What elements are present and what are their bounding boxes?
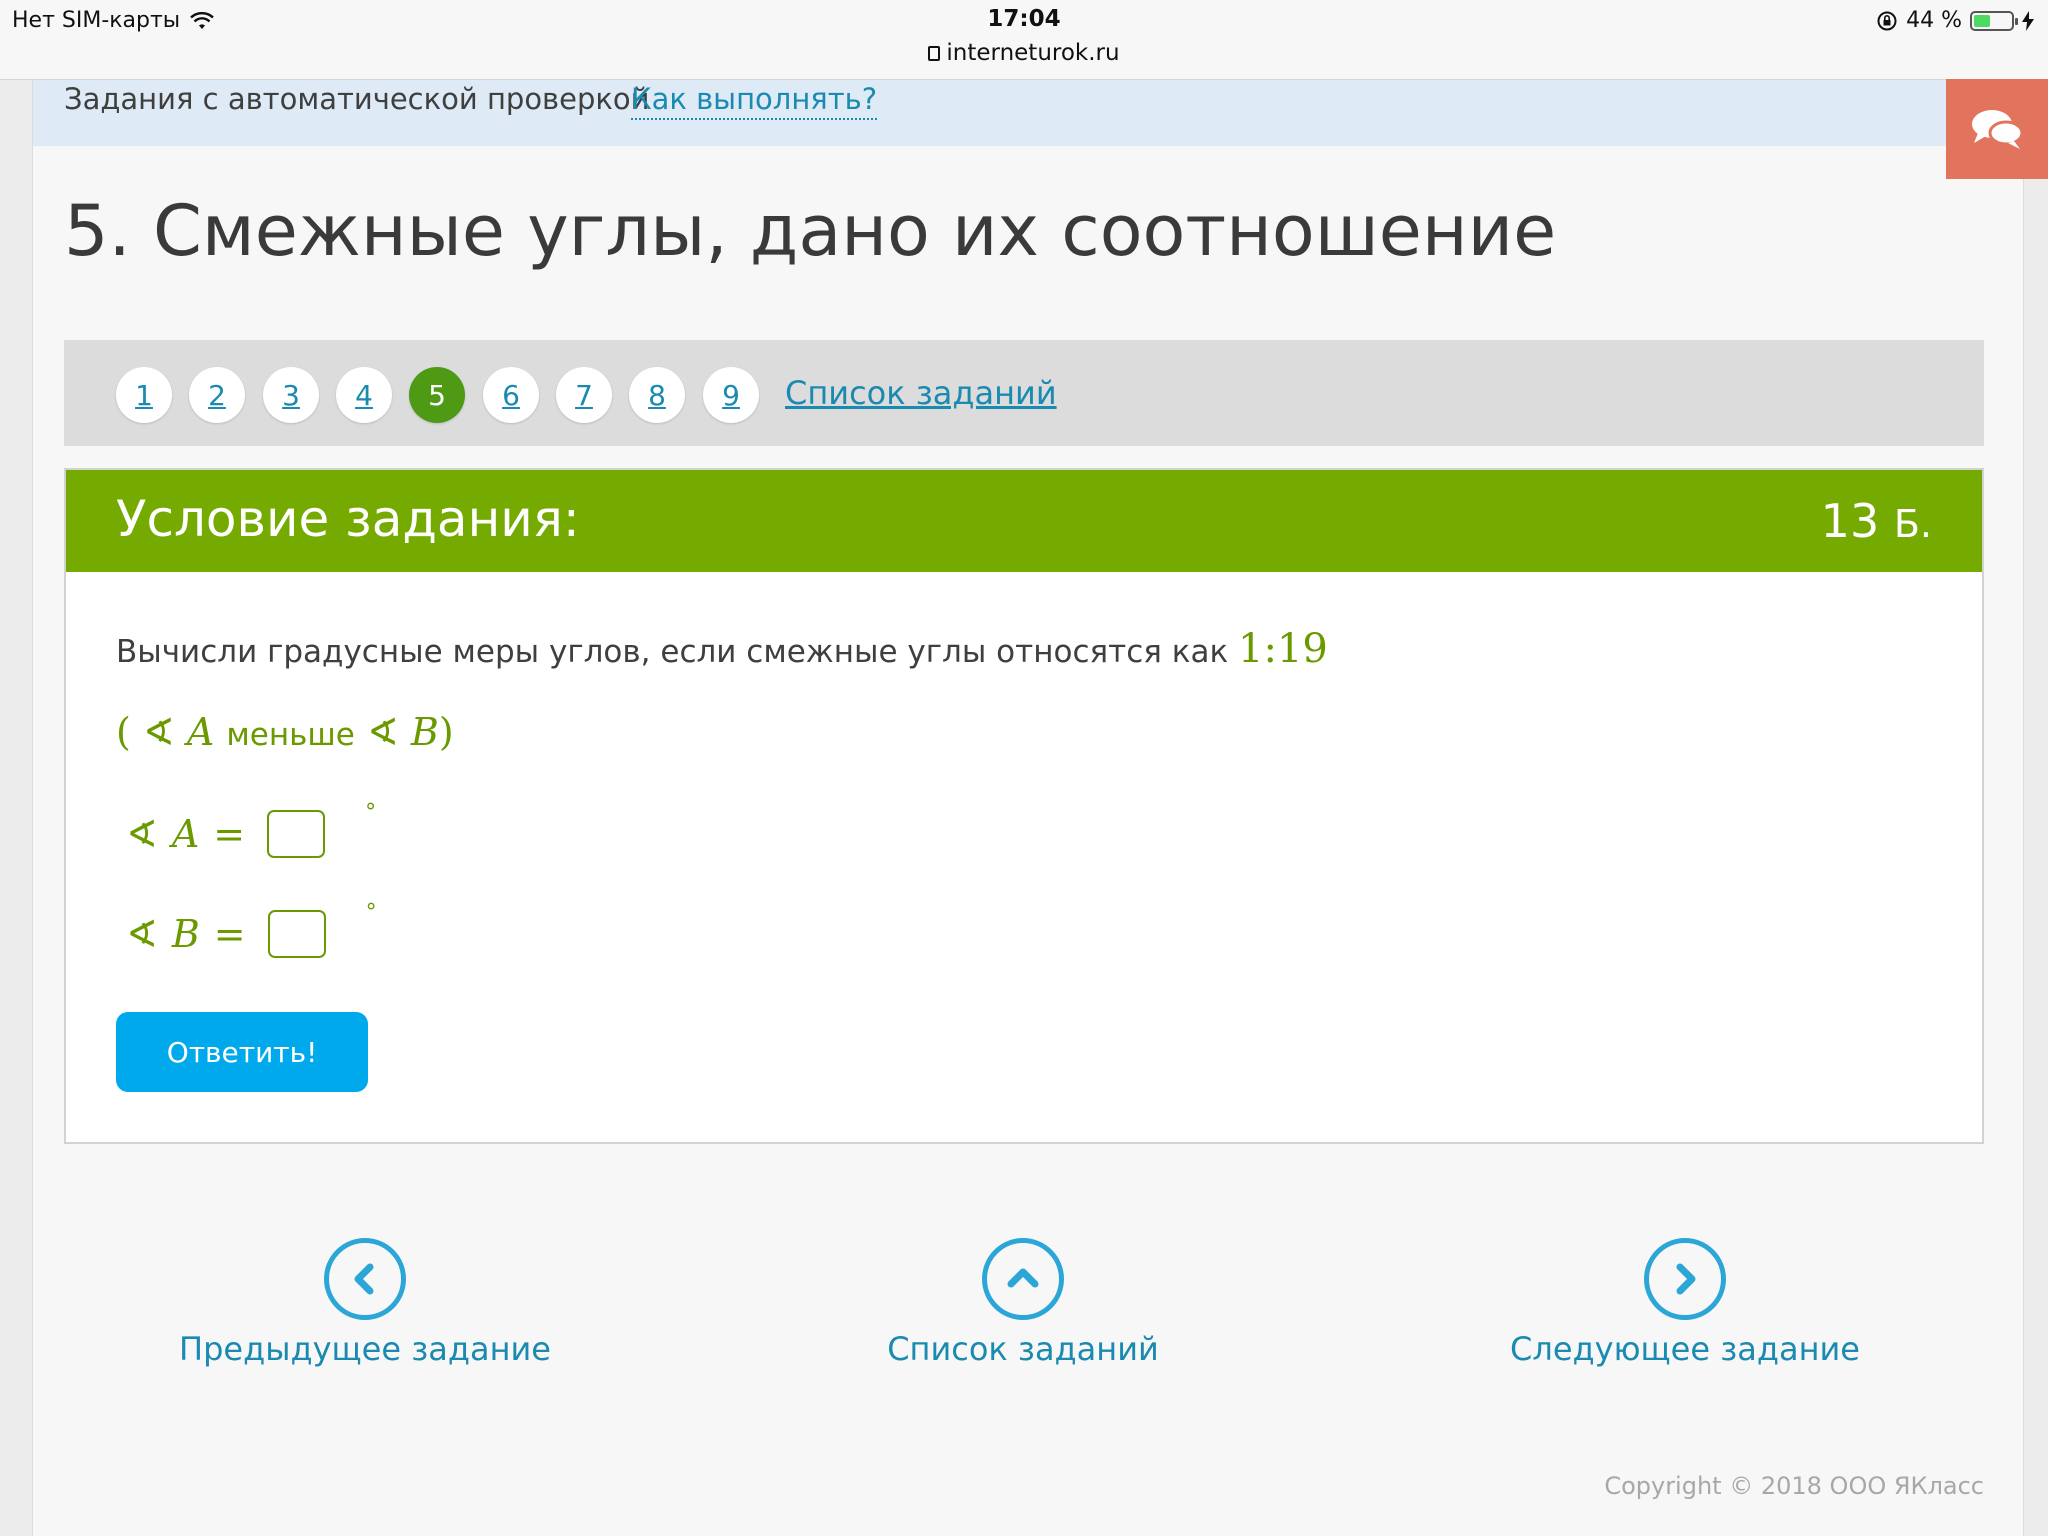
angle-b-input[interactable] xyxy=(267,910,326,958)
answer-button[interactable]: Ответить! xyxy=(116,1012,368,1092)
task-pill-2[interactable]: 2 xyxy=(189,367,245,423)
prev-task-label[interactable]: Предыдущее задание xyxy=(179,1330,551,1368)
angle-b-equals: = xyxy=(213,912,246,956)
hint-close-paren: ) xyxy=(438,710,454,754)
chat-bubbles-icon xyxy=(1972,110,2024,149)
orientation-lock-icon xyxy=(1877,11,1897,30)
angle-a-var: A xyxy=(171,812,200,856)
battery-percent: 44 % xyxy=(1906,8,1962,33)
next-task-label[interactable]: Следующее задание xyxy=(1510,1330,1860,1368)
auto-check-label: Задания с автоматической проверкой xyxy=(64,82,650,116)
url-text: interneturok.ru xyxy=(946,40,1120,66)
score-badge: 13 Б. xyxy=(1821,494,1932,548)
hint-var-a: A xyxy=(186,710,215,754)
ratio-value: 1:19 xyxy=(1238,626,1328,672)
clock: 17:04 xyxy=(987,6,1061,32)
task-condition-panel: Условие задания: 13 Б. Вычисли градусные… xyxy=(64,468,1984,1144)
next-task-nav[interactable]: Следующее задание xyxy=(1510,1238,1860,1368)
task-pill-5-active[interactable]: 5 xyxy=(409,367,465,423)
battery-level xyxy=(1974,14,1990,27)
angle-b-var: B xyxy=(171,912,200,956)
task-question-text: Вычисли градусные меры углов, если смежн… xyxy=(116,634,1229,670)
page-title: 5. Смежные углы, дано их соотношение xyxy=(64,190,1557,272)
hint-open-paren: ( xyxy=(116,710,131,754)
battery-status: 44 % xyxy=(1876,8,2034,33)
hint-var-b: B xyxy=(410,710,439,754)
task-pill-6[interactable]: 6 xyxy=(483,367,539,423)
equation-angle-b: ∢ B = ° xyxy=(126,900,377,958)
task-list-nav[interactable]: Список заданий xyxy=(860,1238,1186,1368)
angle-a-equals: = xyxy=(213,812,246,856)
copyright-notice: Copyright © 2018 ООО ЯКласс xyxy=(1604,1472,1984,1500)
angle-a-degree: ° xyxy=(365,799,377,825)
chevron-up-icon[interactable] xyxy=(982,1238,1064,1320)
hint-angle-b-symbol: ∢ xyxy=(366,710,399,754)
hint-less-word: меньше xyxy=(226,717,355,753)
equation-angle-a: ∢ A = ° xyxy=(126,800,376,858)
address-bar[interactable]: interneturok.ru xyxy=(0,40,2048,66)
condition-header: Условие задания: 13 Б. xyxy=(66,470,1982,572)
angle-a-input[interactable] xyxy=(267,810,326,858)
battery-icon xyxy=(1970,10,2018,31)
angle-b-symbol: ∢ xyxy=(126,912,158,956)
chat-button[interactable] xyxy=(1946,79,2048,179)
how-to-link[interactable]: Как выполнять? xyxy=(631,82,878,120)
charging-bolt-icon xyxy=(2022,10,2034,31)
score-value: 13 xyxy=(1820,494,1880,548)
ios-status-bar: Нет SIM-карты 17:04 interneturok.ru 44 % xyxy=(0,0,2048,80)
chevron-left-icon[interactable] xyxy=(324,1238,406,1320)
task-pill-3[interactable]: 3 xyxy=(263,367,319,423)
task-pill-1[interactable]: 1 xyxy=(116,367,172,423)
task-pill-9[interactable]: 9 xyxy=(703,367,759,423)
task-navigation: 1 2 3 4 5 6 7 8 9 Список заданий xyxy=(64,340,1984,446)
lock-icon xyxy=(928,46,941,61)
score-unit: Б. xyxy=(1893,502,1932,546)
task-list-label[interactable]: Список заданий xyxy=(887,1330,1159,1368)
task-question: Вычисли градусные меры углов, если смежн… xyxy=(116,626,1328,672)
hint-angle-a-symbol: ∢ xyxy=(142,710,175,754)
prev-task-nav[interactable]: Предыдущее задание xyxy=(179,1238,551,1368)
task-list-link[interactable]: Список заданий xyxy=(785,374,1057,412)
task-pill-8[interactable]: 8 xyxy=(629,367,685,423)
auto-check-strip: Задания с автоматической проверкой Как в… xyxy=(33,80,2025,146)
task-pill-4[interactable]: 4 xyxy=(336,367,392,423)
task-pill-7[interactable]: 7 xyxy=(556,367,612,423)
angle-a-symbol: ∢ xyxy=(126,812,158,856)
angle-hint: ( ∢ A меньше ∢ B) xyxy=(116,710,454,754)
angle-b-degree: ° xyxy=(365,899,377,925)
chevron-right-icon[interactable] xyxy=(1644,1238,1726,1320)
condition-title: Условие задания: xyxy=(116,490,580,548)
